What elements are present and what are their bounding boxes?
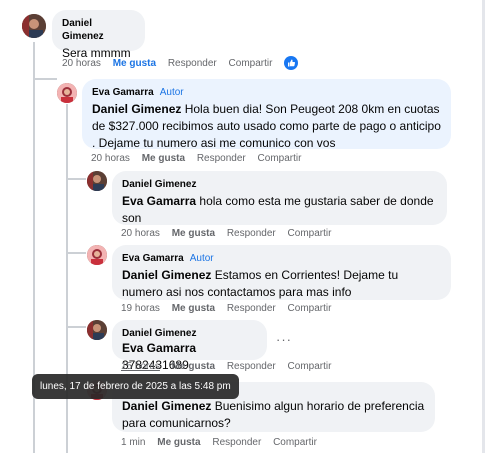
mention-link[interactable]: Daniel Gimenez	[122, 399, 211, 413]
thread-connector-4	[66, 326, 86, 328]
mention-link[interactable]: Eva Gamarra	[122, 194, 196, 208]
reply-button[interactable]: Responder	[212, 437, 261, 448]
comment-bubble: Daniel Gimenez Sera mmmm	[52, 10, 145, 60]
like-thumb-icon[interactable]	[284, 56, 298, 70]
mention-link[interactable]: Daniel Gimenez	[122, 268, 211, 282]
mention-link[interactable]: Daniel Gimenez	[92, 102, 181, 116]
reply-button[interactable]: Responder	[197, 153, 246, 164]
share-button[interactable]: Compartir	[258, 153, 302, 164]
reply-button[interactable]: Responder	[227, 361, 276, 372]
comment-actions: 1 min Me gusta Responder Compartir	[121, 437, 326, 448]
comment-bubble: Daniel Gimenez Eva Gamarra hola como est…	[112, 171, 447, 225]
comment-time[interactable]: 1 min	[121, 437, 145, 448]
comment-time[interactable]: 15 horas	[121, 361, 160, 372]
more-options-icon[interactable]: ···	[276, 332, 292, 347]
comment-actions: 19 horas Me gusta Responder Compartir	[121, 303, 340, 314]
like-button[interactable]: Me gusta	[113, 58, 156, 69]
comment-time[interactable]: 20 horas	[121, 228, 160, 239]
comment-author[interactable]: Eva Gamarra	[122, 253, 184, 264]
comment-text: Eva Gamarra hola como esta me gustaria s…	[122, 193, 437, 227]
comment-actions: 20 horas Me gusta Responder Compartir	[121, 228, 340, 239]
reply-button[interactable]: Responder	[227, 228, 276, 239]
comment-text: Daniel Gimenez Hola buen dia! Son Peugeo…	[92, 101, 441, 152]
comment-author[interactable]: Daniel Gimenez	[62, 17, 135, 43]
share-button[interactable]: Compartir	[288, 228, 332, 239]
avatar[interactable]	[57, 83, 77, 103]
avatar[interactable]	[22, 14, 46, 38]
comment-bubble: Eva Gamarra Autor Daniel Gimenez Estamos …	[112, 245, 451, 300]
comment-time[interactable]: 19 horas	[121, 303, 160, 314]
avatar[interactable]	[87, 320, 107, 340]
like-button[interactable]: Me gusta	[172, 228, 215, 239]
share-button[interactable]: Compartir	[288, 361, 332, 372]
like-button[interactable]: Me gusta	[157, 437, 200, 448]
like-button[interactable]: Me gusta	[142, 153, 185, 164]
timestamp-tooltip: lunes, 17 de febrero de 2025 a las 5:48 …	[32, 374, 239, 399]
comment-author[interactable]: Daniel Gimenez	[122, 178, 437, 191]
comment-bubble: Eva Gamarra Autor Daniel Gimenez Hola bue…	[82, 79, 451, 152]
thread-connector-3	[66, 252, 86, 254]
avatar[interactable]	[87, 171, 107, 191]
author-badge: Autor	[189, 253, 214, 264]
author-badge: Autor	[159, 87, 184, 98]
comment-bubble: Daniel Gimenez Eva Gamarra 3782431689	[112, 320, 267, 372]
comment-text: Daniel Gimenez Estamos en Corrientes! De…	[122, 267, 441, 301]
like-button[interactable]: Me gusta	[172, 303, 215, 314]
comment-actions: 20 horas Me gusta Responder Compartir	[62, 58, 281, 69]
comment-author[interactable]: Eva Gamarra	[92, 87, 154, 98]
comment-time[interactable]: 20 horas	[62, 58, 101, 69]
share-button[interactable]: Compartir	[273, 437, 317, 448]
mention-link[interactable]: Eva Gamarra	[122, 341, 196, 355]
comment-actions: 20 horas Me gusta Responder Compartir	[91, 153, 310, 164]
thread-line-nested	[66, 104, 68, 453]
comment-actions: 15 horas Me gusta Responder Compartir	[121, 361, 340, 372]
comment-author[interactable]: Daniel Gimenez	[122, 327, 257, 340]
thread-connector-2	[66, 178, 86, 180]
share-button[interactable]: Compartir	[229, 58, 273, 69]
comment-time[interactable]: 20 horas	[91, 153, 130, 164]
comment-text: Daniel Gimenez Buenisimo algun horario d…	[122, 398, 425, 432]
share-button[interactable]: Compartir	[288, 303, 332, 314]
reply-button[interactable]: Responder	[168, 58, 217, 69]
avatar[interactable]	[87, 245, 107, 265]
thread-connector-1	[33, 78, 57, 80]
like-button[interactable]: Me gusta	[172, 361, 215, 372]
reply-button[interactable]: Responder	[227, 303, 276, 314]
